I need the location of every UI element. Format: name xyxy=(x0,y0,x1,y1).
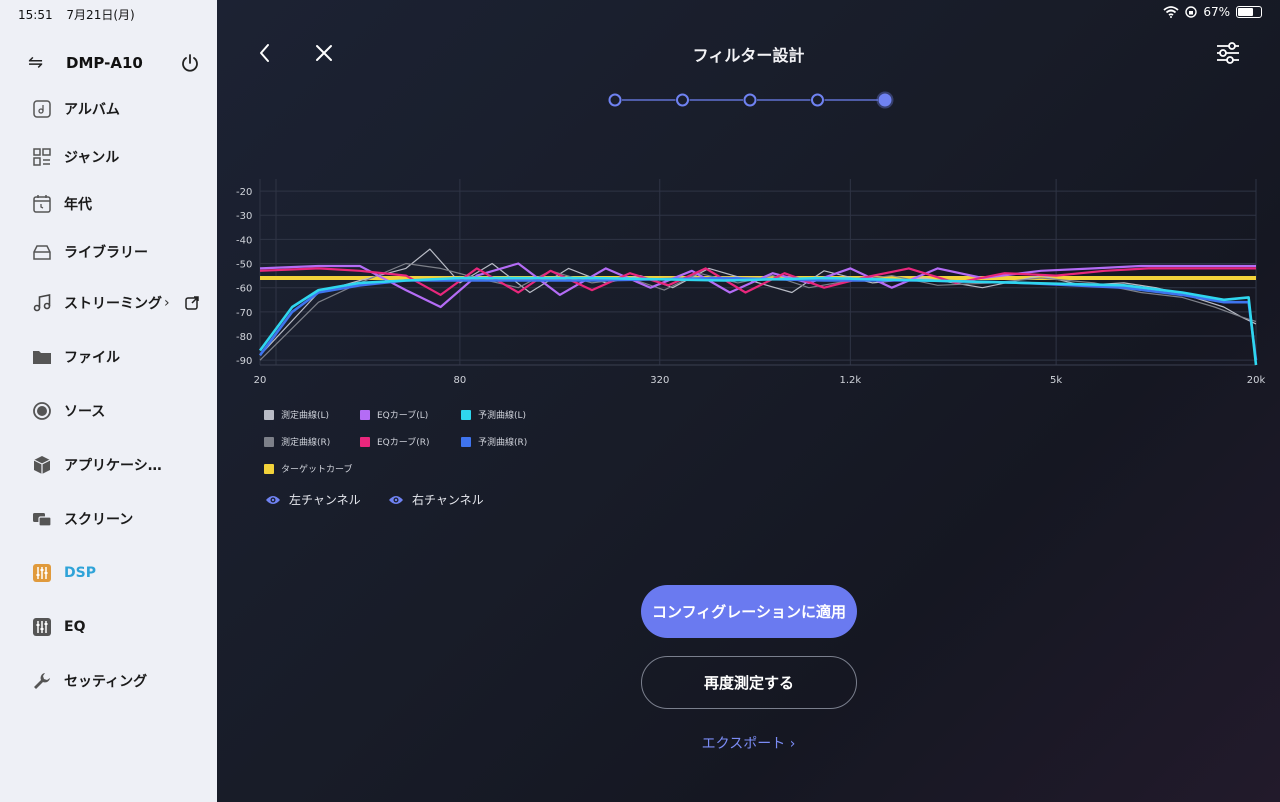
legend-target: ターゲットカーブ xyxy=(264,462,352,475)
frequency-response-chart: 20 80 320 1.2k 5k 20k -20 -30 -40 -50 -60 -70 -80 -90 xyxy=(236,179,1266,386)
sidebar-item-label: スクリーン xyxy=(64,512,134,528)
sidebar-item-screen[interactable]: スクリーン xyxy=(32,507,133,531)
power-icon[interactable] xyxy=(180,53,200,73)
legend-measured-l: 測定曲線(L) xyxy=(264,408,329,421)
screen-icon xyxy=(33,513,52,527)
sidebar-item-genre[interactable]: ジャンル xyxy=(32,145,119,169)
sidebar-item-label: ソース xyxy=(64,404,106,420)
y-tick-label: -20 xyxy=(236,187,252,198)
sidebar-item-dsp[interactable]: DSP xyxy=(32,561,96,585)
battery-percent: 67% xyxy=(1203,5,1230,19)
series-line-0 xyxy=(259,248,1257,356)
legend-predicted-r: 予測曲線(R) xyxy=(461,435,527,448)
x-tick-label: 20k xyxy=(1247,375,1266,386)
right-channel-toggle[interactable]: 右チャンネル xyxy=(388,491,484,508)
status-bar-right: 67% xyxy=(1163,5,1262,19)
legend-predicted-l: 予測曲線(L) xyxy=(461,408,526,421)
sidebar-item-file[interactable]: ファイル xyxy=(32,345,120,369)
swap-icon[interactable]: ⇋ xyxy=(28,52,66,73)
sidebar-item-label: セッティング xyxy=(64,674,148,690)
sidebar-item-label: ファイル xyxy=(64,350,120,366)
remeasure-button[interactable]: 再度測定する xyxy=(641,656,857,709)
y-tick-label: -80 xyxy=(236,332,252,343)
left-channel-label: 左チャンネル xyxy=(289,493,361,507)
left-channel-toggle[interactable]: 左チャンネル xyxy=(265,491,361,508)
filter-settings-icon[interactable] xyxy=(1214,40,1242,66)
step-dot xyxy=(811,93,824,107)
sidebar: ⇋ DMP-A10 アルバム ジャンル 年代 ライブラリー ストリーミング › … xyxy=(0,0,217,802)
sidebar-item-label: ジャンル xyxy=(64,150,120,166)
device-name: DMP-A10 xyxy=(66,53,143,72)
sidebar-item-application[interactable]: アプリケーシ… xyxy=(32,453,162,477)
sidebar-item-label: ストリーミング xyxy=(64,296,162,312)
sidebar-item-eq[interactable]: EQ xyxy=(32,615,85,639)
legend-eq-l: EQカーブ(L) xyxy=(360,408,428,421)
device-selector[interactable]: ⇋ DMP-A10 xyxy=(28,52,200,73)
folder-icon xyxy=(33,351,51,364)
status-date: 7月21日(月) xyxy=(66,8,135,22)
y-tick-label: -40 xyxy=(236,235,252,246)
x-tick-label: 320 xyxy=(650,375,669,386)
calendar-icon xyxy=(33,195,51,213)
status-time: 15:51 xyxy=(18,8,53,22)
status-bar-left: 15:51 7月21日(月) xyxy=(18,6,145,23)
page-title: フィルター設計 xyxy=(692,46,805,65)
music-note-icon xyxy=(33,294,51,312)
right-channel-label: 右チャンネル xyxy=(412,493,484,507)
source-icon xyxy=(33,402,51,420)
sidebar-item-decade[interactable]: 年代 xyxy=(32,192,92,216)
library-icon xyxy=(33,245,51,260)
y-tick-label: -90 xyxy=(236,356,252,367)
genre-icon xyxy=(33,148,51,166)
legend-measured-r: 測定曲線(R) xyxy=(264,435,330,448)
y-tick-label: -50 xyxy=(236,260,252,271)
eq-icon xyxy=(33,618,51,636)
main-panel: フィルター設計 20 80 320 1.2k 5k 20k -20 -30 -40 -50 -60 -… xyxy=(217,0,1280,802)
step-dot xyxy=(676,93,689,107)
export-link[interactable]: エクスポート › xyxy=(217,733,1280,753)
sidebar-item-settings[interactable]: セッティング xyxy=(32,669,147,693)
y-tick-label: -30 xyxy=(236,211,252,222)
apply-configuration-button[interactable]: コンフィグレーションに適用 xyxy=(641,585,857,638)
chevron-right-icon: › xyxy=(164,295,170,311)
series-line-5 xyxy=(258,276,1258,361)
sidebar-item-label: DSP xyxy=(64,565,96,581)
y-tick-label: -70 xyxy=(236,308,252,319)
x-tick-label: 80 xyxy=(454,375,467,386)
legend-eq-r: EQカーブ(R) xyxy=(360,435,430,448)
eye-icon xyxy=(389,495,403,504)
dsp-icon xyxy=(33,564,51,582)
sidebar-item-label: 年代 xyxy=(64,197,92,213)
external-link-icon[interactable] xyxy=(184,295,200,311)
battery-icon xyxy=(1236,6,1262,18)
step-dot xyxy=(743,93,757,107)
sidebar-item-label: アプリケーシ… xyxy=(64,458,162,474)
sidebar-item-library[interactable]: ライブラリー xyxy=(32,240,148,264)
eye-icon xyxy=(266,495,280,504)
y-tick-label: -60 xyxy=(236,284,252,295)
sidebar-item-streaming[interactable]: ストリーミング › xyxy=(32,291,200,315)
sidebar-item-source[interactable]: ソース xyxy=(32,399,105,423)
orientation-lock-icon xyxy=(1185,6,1198,18)
x-tick-label: 1.2k xyxy=(839,375,861,386)
x-tick-label: 20 xyxy=(254,375,267,386)
x-tick-label: 5k xyxy=(1050,375,1062,386)
wrench-icon xyxy=(34,673,50,689)
sidebar-item-label: ライブラリー xyxy=(64,245,148,261)
step-dot xyxy=(878,93,892,107)
album-icon xyxy=(33,100,51,118)
wifi-icon xyxy=(1163,6,1179,18)
step-dot xyxy=(608,93,622,107)
step-indicator xyxy=(608,91,894,109)
sidebar-item-label: EQ xyxy=(64,619,86,635)
sidebar-item-album[interactable]: アルバム xyxy=(32,97,120,121)
sidebar-item-label: アルバム xyxy=(64,102,120,118)
cube-icon xyxy=(33,456,51,474)
